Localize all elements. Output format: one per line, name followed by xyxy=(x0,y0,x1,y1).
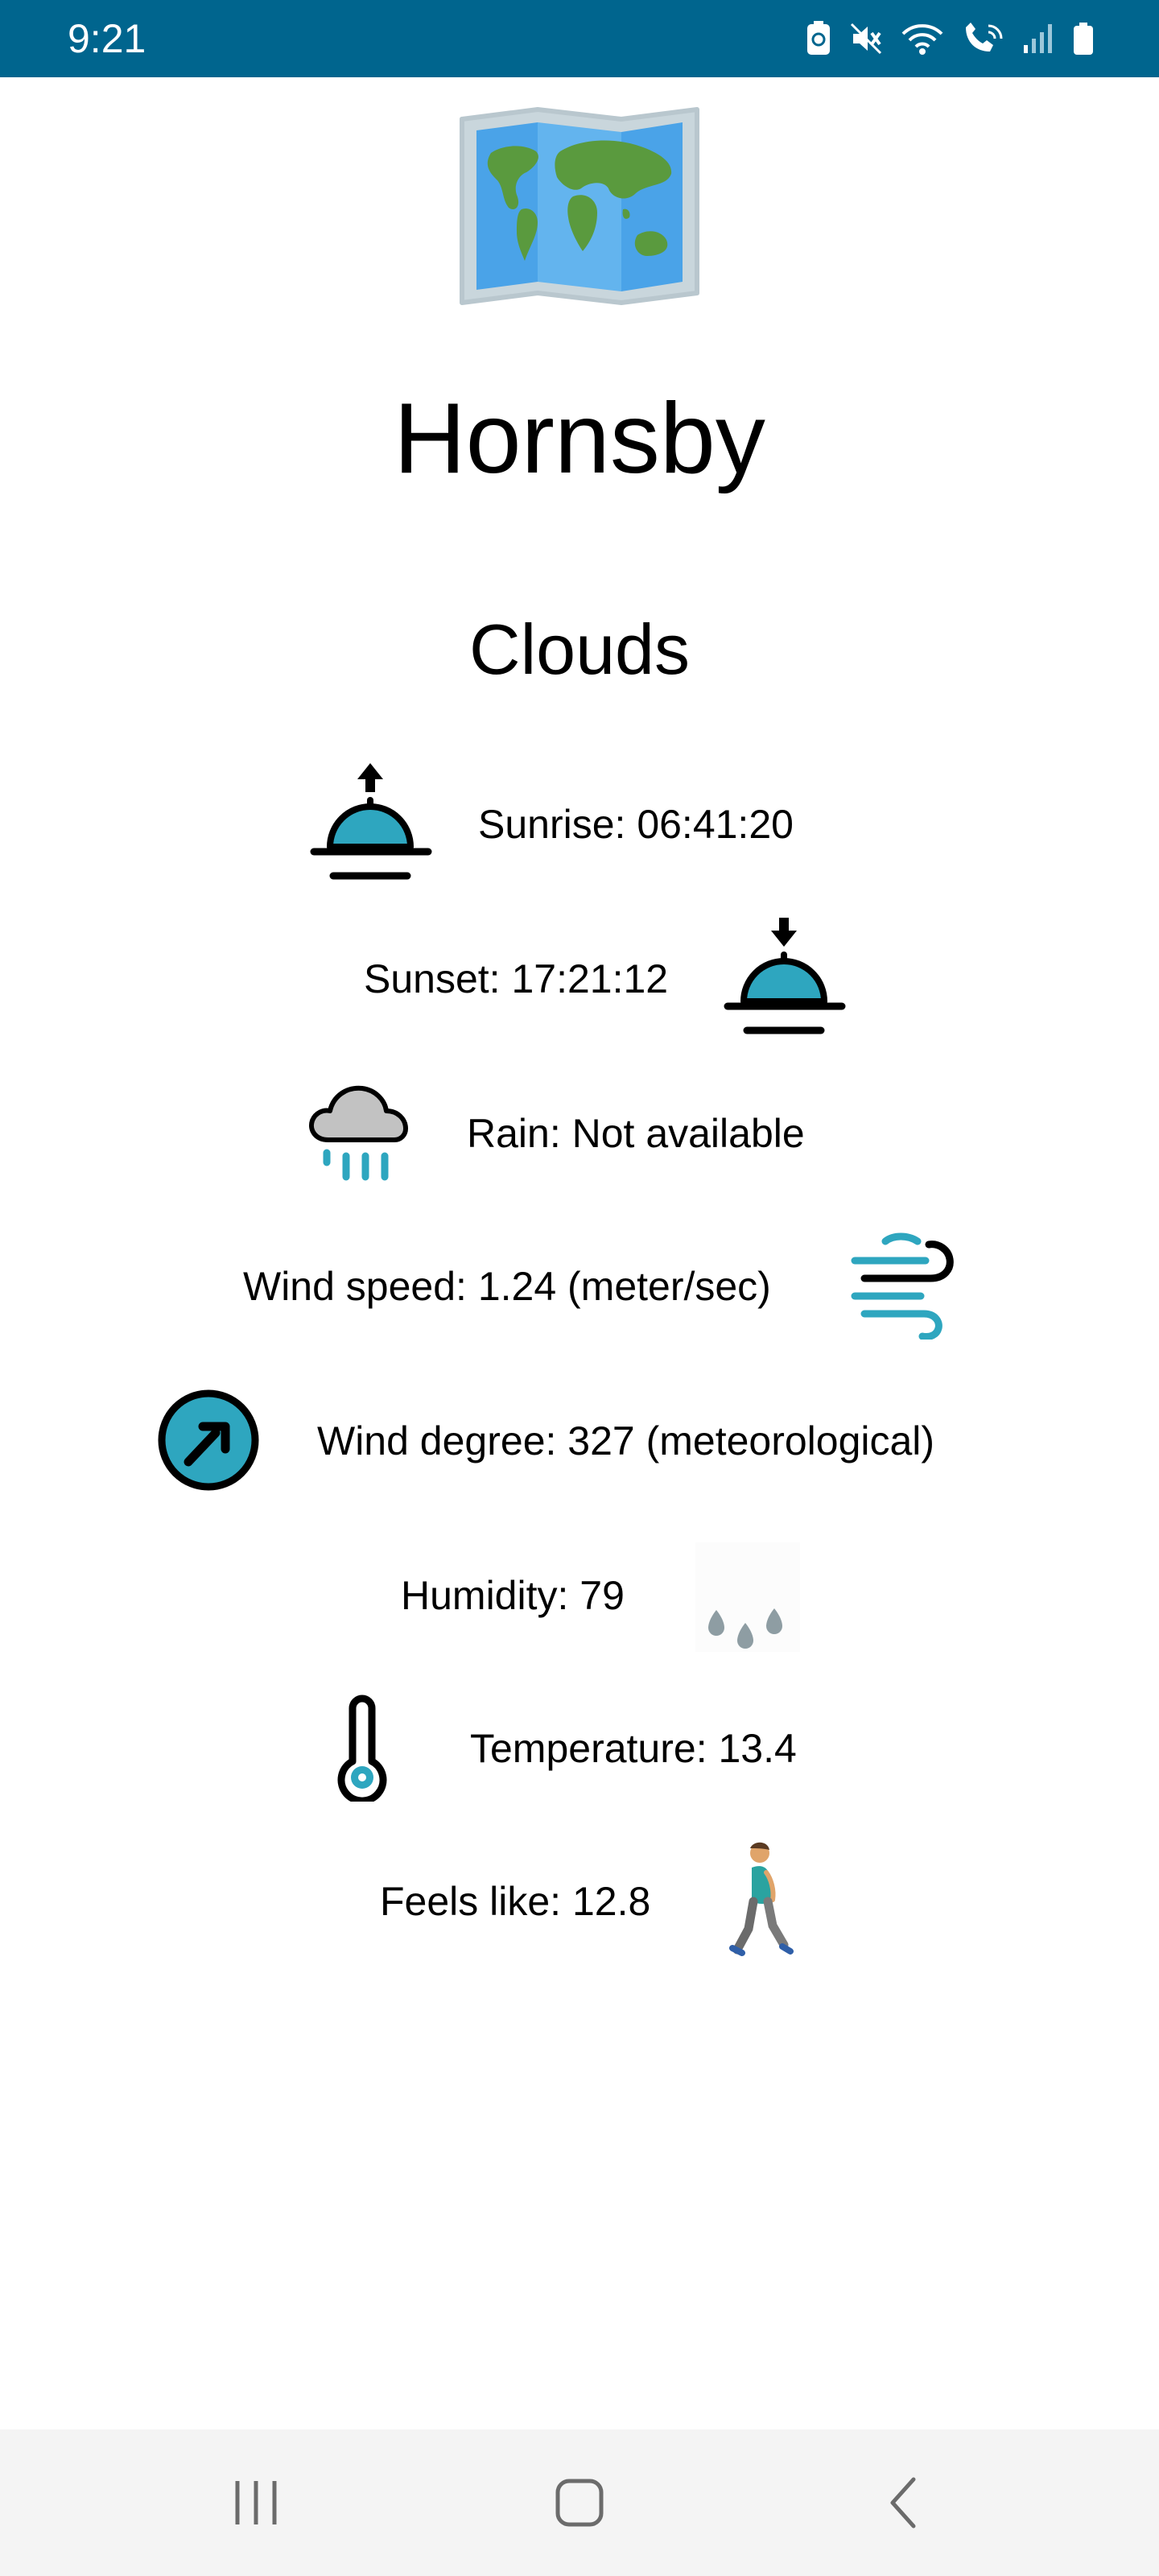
wind-degree-text: Wind degree: 327 (meteorological) xyxy=(317,1418,935,1463)
wifi-icon xyxy=(900,21,945,56)
back-button[interactable] xyxy=(848,2475,961,2531)
wind-direction-icon xyxy=(156,1388,261,1492)
mute-icon xyxy=(848,21,884,56)
city-name: Hornsby xyxy=(394,383,765,494)
humidity-text: Humidity: 79 xyxy=(401,1573,625,1618)
status-icons xyxy=(805,18,1095,60)
wifi-call-icon xyxy=(961,21,1004,56)
signal-icon xyxy=(1021,21,1056,56)
weather-condition: Clouds xyxy=(469,609,690,689)
back-chevron-icon xyxy=(890,2477,916,2529)
status-time: 9:21 xyxy=(68,16,146,61)
world-map-icon xyxy=(454,106,705,306)
sunset-icon xyxy=(723,914,847,1040)
app-screen: 9:21 Hornsby Clouds Sunrise: 06:41:20 Su… xyxy=(0,0,1159,2576)
wind-speed-text: Wind speed: 1.24 (meter/sec) xyxy=(243,1264,771,1309)
rain-text: Rain: Not available xyxy=(467,1111,805,1156)
recent-apps-icon xyxy=(235,2481,277,2524)
sunrise-icon xyxy=(309,760,433,886)
sunset-text: Sunset: 17:21:12 xyxy=(364,956,669,1001)
battery-icon xyxy=(1072,21,1095,56)
home-icon xyxy=(555,2479,604,2527)
thermometer-icon xyxy=(325,1694,399,1802)
data-saver-icon xyxy=(805,21,832,56)
temperature-text: Temperature: 13.4 xyxy=(470,1726,797,1771)
sunrise-text: Sunrise: 06:41:20 xyxy=(478,802,794,847)
wind-icon xyxy=(850,1232,956,1340)
navigation-bar xyxy=(0,2429,1159,2576)
home-button[interactable] xyxy=(523,2475,636,2531)
humidity-drops-icon xyxy=(695,1542,800,1652)
status-bar: 9:21 xyxy=(0,0,1159,77)
recent-apps-button[interactable] xyxy=(200,2475,312,2531)
rain-cloud-icon xyxy=(306,1079,410,1183)
walking-person-icon xyxy=(729,1840,795,1961)
feels-like-text: Feels like: 12.8 xyxy=(380,1879,651,1924)
